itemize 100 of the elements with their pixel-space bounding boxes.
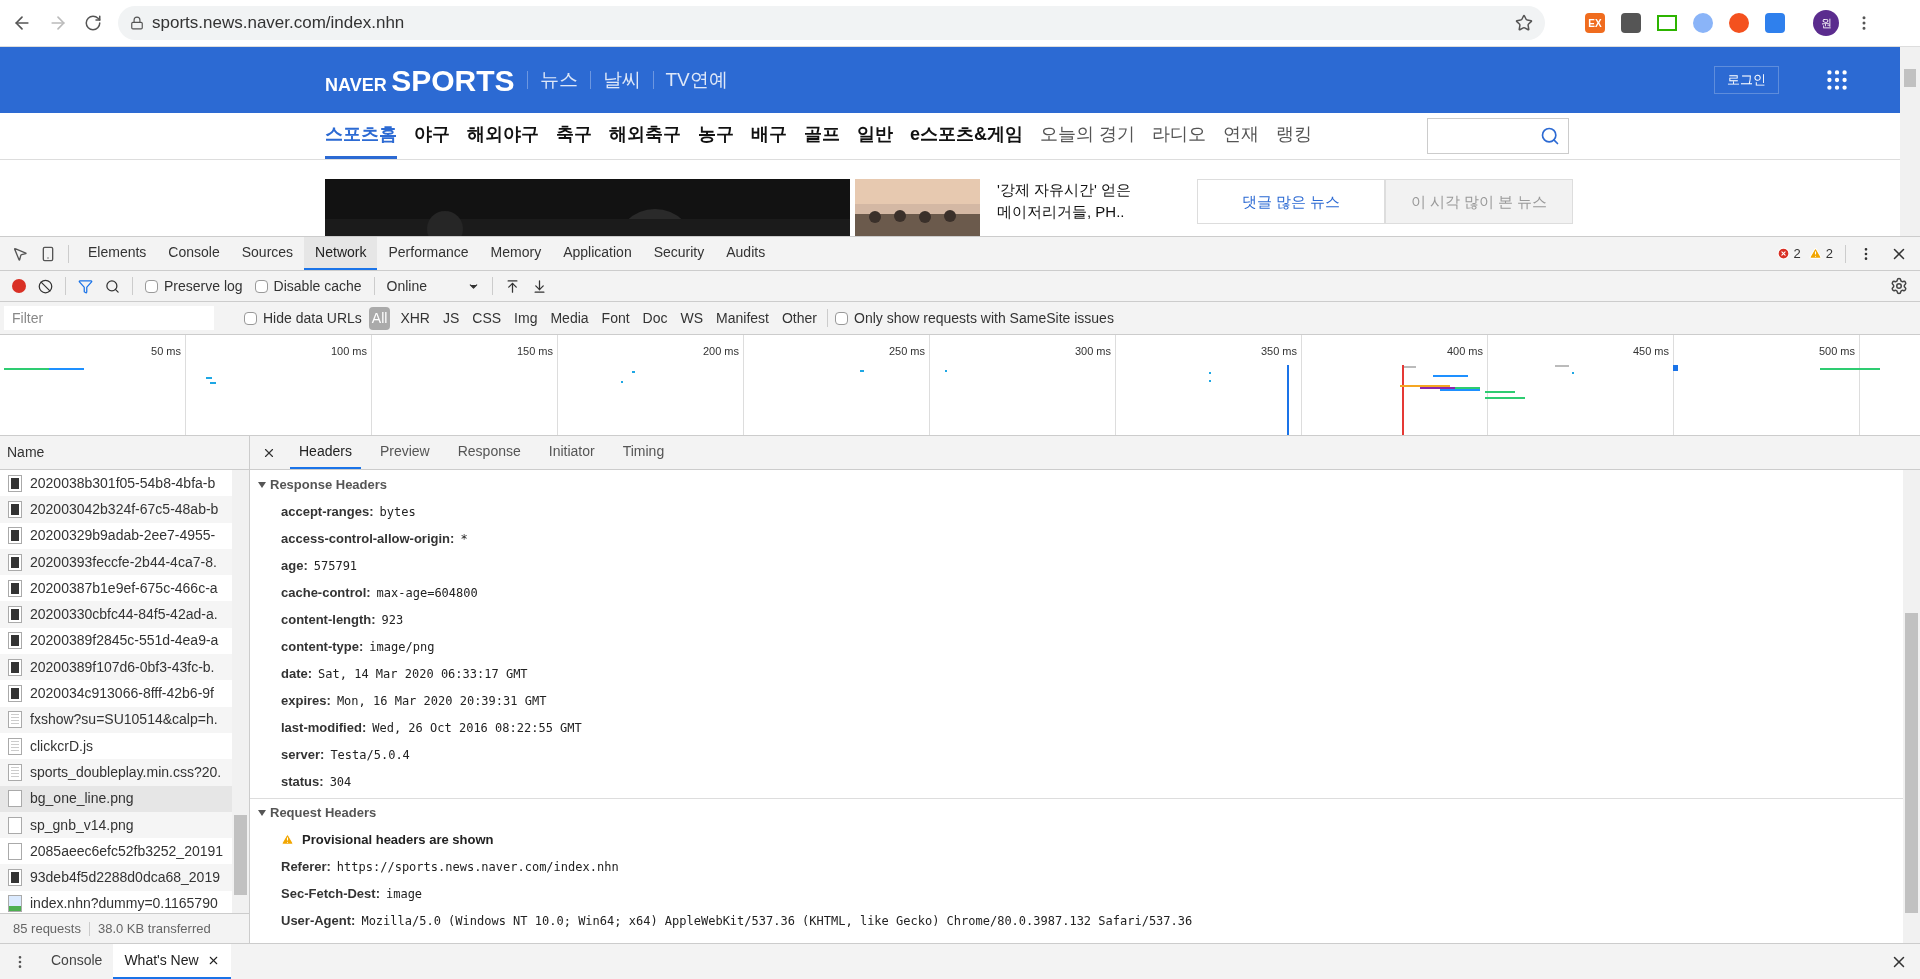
clear-icon[interactable]	[38, 278, 53, 294]
panel-scrollbar[interactable]	[1903, 470, 1920, 943]
devtools-tab[interactable]: Application	[552, 237, 643, 270]
type-filter[interactable]: Font	[598, 306, 633, 330]
nav-tab[interactable]: 라디오	[1152, 113, 1207, 160]
nav-tab[interactable]: 스포츠홈	[325, 113, 397, 160]
detail-tab[interactable]: Headers	[290, 436, 361, 469]
type-filter[interactable]: CSS	[469, 306, 505, 330]
address-bar[interactable]: sports.news.naver.com/index.nhn	[118, 6, 1545, 40]
nav-tab[interactable]: 농구	[698, 113, 734, 160]
news-tab[interactable]: 댓글 많은 뉴스	[1197, 179, 1385, 225]
devtools-tab[interactable]: Sources	[230, 237, 305, 270]
login-button[interactable]: 로그인	[1714, 66, 1779, 95]
download-icon[interactable]	[532, 278, 547, 294]
extension-icon[interactable]	[1621, 13, 1641, 33]
devtools-tab[interactable]: Performance	[377, 237, 480, 270]
header-row-text: Sec-Fetch-Dest: image	[280, 884, 424, 903]
thumbnail-icon	[8, 474, 22, 492]
checkbox[interactable]	[254, 279, 268, 293]
header-row-text: cache-control: max-age=604800	[280, 583, 479, 602]
reload-icon[interactable]	[84, 14, 102, 32]
profile-avatar[interactable]: 원	[1813, 10, 1839, 36]
section-title[interactable]: Request Headers	[250, 799, 1903, 826]
headline[interactable]: '강제 자유시간' 얻은	[997, 179, 1187, 202]
detail-tab[interactable]: Initiator	[539, 436, 604, 469]
nav-tab[interactable]: 해외축구	[609, 113, 681, 160]
checkbox[interactable]	[835, 311, 848, 325]
type-filter[interactable]: Img	[511, 306, 541, 330]
nav-tab[interactable]: 야구	[414, 113, 450, 160]
nav-tab[interactable]: 연재	[1223, 113, 1260, 160]
device-icon[interactable]	[40, 245, 56, 262]
document-icon	[8, 737, 22, 755]
search-icon[interactable]	[105, 278, 120, 294]
samesite-checkbox[interactable]: Only show requests with SameSite issues	[835, 307, 1114, 329]
logo[interactable]: NAVER SPORTS	[325, 57, 515, 103]
devtools-tab[interactable]: Audits	[715, 237, 777, 270]
type-filter[interactable]: Media	[547, 306, 592, 330]
devtools-tab[interactable]: Console	[157, 237, 231, 270]
nav-tab[interactable]: 해외야구	[467, 113, 539, 160]
error-count[interactable]: 2	[1793, 243, 1801, 264]
type-filter[interactable]: Doc	[639, 306, 671, 330]
drawer-tab[interactable]: What's New	[113, 944, 231, 979]
nav-tab[interactable]: 일반	[857, 113, 893, 160]
type-filter[interactable]: XHR	[397, 306, 433, 330]
request-row[interactable]: sports_doubleplay.min.css?20.	[0, 759, 232, 786]
request-row[interactable]: bg_one_line.png	[0, 785, 232, 812]
thumbnail-icon	[8, 685, 22, 702]
type-filter[interactable]: Other	[779, 306, 820, 330]
request-row[interactable]: 202003042b324f-67c5-48ab-b	[0, 496, 232, 523]
document-icon	[8, 711, 22, 729]
type-filter[interactable]: WS	[677, 306, 707, 330]
devtools-tab[interactable]: Security	[642, 237, 716, 270]
request-row[interactable]: 20200330cbfc44-84f5-42ad-a.	[0, 601, 232, 628]
filter-icon[interactable]	[78, 278, 93, 294]
top-link[interactable]: 뉴스	[539, 65, 578, 95]
search-field[interactable]	[1427, 118, 1569, 155]
option-checkbox[interactable]: Preserve log	[145, 275, 243, 297]
headline[interactable]: 메이저리거들, PH..	[997, 201, 1187, 224]
request-row[interactable]: 20200389f107d6-0bf3-43fc-b.	[0, 654, 232, 681]
checkbox[interactable]	[145, 279, 158, 293]
request-row[interactable]: 20200393feccfe-2b44-4ca7-8.	[0, 548, 232, 576]
section-title[interactable]: Response Headers	[250, 471, 1903, 498]
star-icon[interactable]	[1515, 14, 1533, 32]
devtools-tab[interactable]: Memory	[479, 237, 553, 270]
nav-tab[interactable]: 배구	[751, 113, 787, 160]
detail-tab[interactable]: Preview	[370, 436, 439, 469]
detail-tab[interactable]: Response	[448, 436, 530, 469]
hide-data-urls-checkbox[interactable]: Hide data URLs	[244, 307, 362, 329]
throttling-select[interactable]: Online	[386, 275, 480, 297]
column-header[interactable]: Name	[0, 436, 249, 470]
top-link[interactable]: 날씨	[602, 65, 641, 95]
checkbox[interactable]	[244, 311, 257, 325]
extension-icon[interactable]	[1729, 13, 1749, 33]
filter-field[interactable]: Filter	[4, 306, 214, 330]
search-icon[interactable]	[1540, 126, 1560, 147]
drawer-tab[interactable]: Console	[40, 944, 114, 979]
type-filter[interactable]: JS	[439, 306, 463, 330]
request-row[interactable]: sp_gnb_v14.png	[0, 811, 232, 839]
warning-count[interactable]: 2	[1825, 243, 1833, 264]
detail-tab[interactable]: Timing	[613, 436, 674, 469]
extension-icon[interactable]	[1765, 13, 1785, 33]
devtools-tab[interactable]: Elements	[77, 237, 158, 270]
top-link[interactable]: TV연예	[665, 65, 728, 95]
type-filter[interactable]: Manifest	[713, 306, 772, 330]
nav-tab[interactable]: 오늘의 경기	[1040, 113, 1136, 160]
nav-tab[interactable]: e스포츠&게임	[910, 113, 1023, 160]
option-checkbox[interactable]: Disable cache	[254, 275, 362, 297]
settings-icon[interactable]	[1890, 277, 1908, 295]
record-button[interactable]	[12, 279, 26, 293]
upload-icon[interactable]	[505, 278, 520, 294]
nav-tab[interactable]: 골프	[804, 113, 840, 160]
extension-icon[interactable]	[1657, 15, 1677, 31]
inspect-icon[interactable]	[12, 245, 28, 262]
page-scrollbar[interactable]	[1900, 47, 1920, 236]
list-scrollbar[interactable]	[232, 470, 249, 913]
nav-tab[interactable]: 랭킹	[1276, 113, 1313, 160]
request-row[interactable]: 93deb4f5d2288d0dca68_2019	[0, 864, 232, 891]
nav-tab[interactable]: 축구	[556, 113, 592, 160]
devtools-tab[interactable]: Network	[304, 237, 378, 270]
request-row[interactable]: fxshow?su=SU10514&calp=h.	[0, 706, 232, 733]
